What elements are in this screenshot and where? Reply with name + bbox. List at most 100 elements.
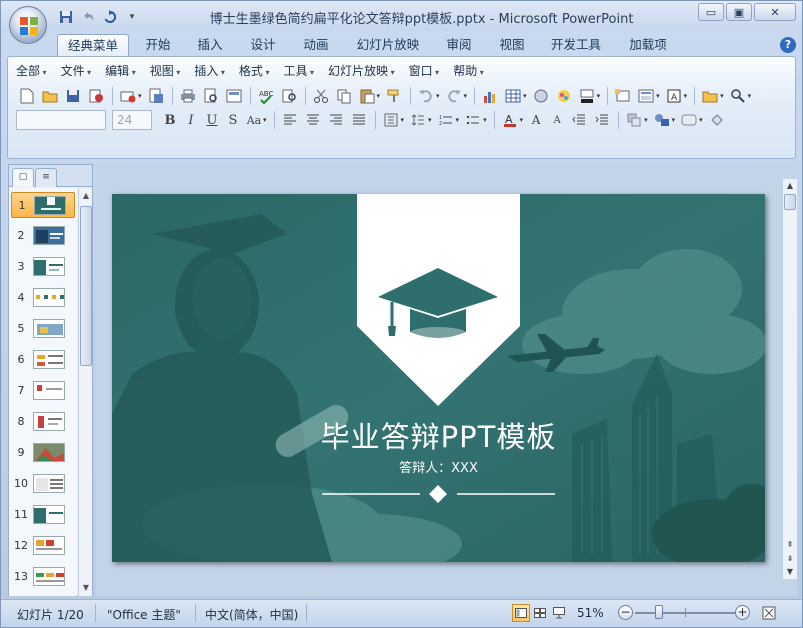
align-right-icon[interactable] (325, 109, 347, 131)
slide-thumbnail[interactable]: 4 (11, 285, 75, 311)
scroll-thumb[interactable] (784, 194, 796, 210)
minimize-button[interactable]: ▭ (698, 3, 724, 21)
insert-table-icon[interactable] (502, 85, 524, 107)
numbering-icon[interactable]: 12 (435, 109, 457, 131)
undo-toolbar-icon[interactable] (415, 85, 437, 107)
shape-fill-icon[interactable] (706, 109, 728, 131)
format-painter-icon[interactable] (383, 85, 405, 107)
menu-format[interactable]: 格式 (239, 62, 270, 80)
language-indicator[interactable]: 中文(简体，中国) (205, 606, 298, 623)
quick-styles-icon[interactable] (678, 109, 700, 131)
tab-classic-menu[interactable]: 经典菜单 (57, 34, 129, 56)
close-button[interactable]: ✕ (754, 3, 796, 21)
tab-animation[interactable]: 动画 (295, 34, 337, 56)
zoom-level[interactable]: 51% (577, 606, 604, 620)
justify-icon[interactable] (348, 109, 370, 131)
text-direction-icon[interactable] (380, 109, 402, 131)
scroll-up-icon[interactable]: ▲ (80, 189, 92, 203)
bullets-icon[interactable] (462, 109, 484, 131)
line-spacing-icon[interactable] (407, 109, 429, 131)
slideshow-view-icon[interactable] (550, 604, 568, 622)
font-size-select[interactable]: 24 (112, 110, 152, 130)
tab-addins[interactable]: 加载项 (620, 34, 676, 56)
slide-thumbnail[interactable]: 6 (11, 347, 75, 373)
email-icon[interactable] (117, 85, 139, 107)
office-button[interactable] (9, 6, 47, 44)
slide-layout-icon[interactable] (223, 85, 245, 107)
help-icon[interactable]: ? (780, 37, 796, 53)
slide-thumbnail[interactable]: 2 (11, 223, 75, 249)
outline-tab-icon[interactable]: ≡ (35, 168, 57, 187)
underline-icon[interactable]: U (202, 109, 222, 131)
grow-font-icon[interactable]: A (526, 109, 546, 131)
next-slide-icon[interactable]: ⇟ (784, 553, 796, 565)
save-file-icon[interactable] (62, 85, 84, 107)
scroll-thumb[interactable] (80, 206, 92, 366)
new-icon[interactable] (16, 85, 38, 107)
italic-icon[interactable]: I (181, 109, 201, 131)
insert-chart-icon[interactable] (479, 85, 501, 107)
zoom-slider-track[interactable] (635, 612, 737, 614)
shrink-font-icon[interactable]: A (547, 109, 567, 131)
restore-button[interactable]: ▣ (726, 3, 752, 21)
spelling-icon[interactable]: ABC (255, 85, 277, 107)
bold-icon[interactable]: B (160, 109, 180, 131)
shapes-icon[interactable] (651, 109, 673, 131)
new-slide-icon[interactable] (612, 85, 634, 107)
previous-slide-icon[interactable]: ⇞ (784, 539, 796, 551)
text-box-icon[interactable]: A (663, 85, 685, 107)
zoom-slider-handle[interactable] (655, 605, 663, 619)
tab-home[interactable]: 开始 (137, 34, 179, 56)
menu-view[interactable]: 视图 (150, 62, 181, 80)
slide-scrollbar[interactable]: ▲ ⇞ ⇟ ▼ (782, 179, 797, 579)
menu-tools[interactable]: 工具 (283, 62, 314, 80)
copy-icon[interactable] (333, 85, 355, 107)
align-center-icon[interactable] (302, 109, 324, 131)
slide-thumbnail[interactable]: 9 (11, 440, 75, 466)
menu-file[interactable]: 文件 (61, 62, 92, 80)
redo-toolbar-icon[interactable] (443, 85, 465, 107)
slide-thumbnail[interactable]: 1 (11, 192, 75, 218)
pdf-icon[interactable] (145, 85, 167, 107)
print-preview-icon[interactable] (200, 85, 222, 107)
slide-thumbnail[interactable]: 12 (11, 533, 75, 559)
slides-tab-icon[interactable]: ▢ (12, 168, 34, 187)
slide-canvas[interactable]: 毕业答辩PPT模板 答辩人：XXX (112, 194, 765, 562)
slide-thumbnail[interactable]: 8 (11, 409, 75, 435)
print-icon[interactable] (177, 85, 199, 107)
menu-all[interactable]: 全部 (16, 62, 47, 80)
layout-icon[interactable] (635, 85, 657, 107)
slide-thumbnail[interactable]: 7 (11, 378, 75, 404)
clip-art-icon[interactable] (530, 85, 552, 107)
find-icon[interactable] (727, 85, 749, 107)
menu-edit[interactable]: 编辑 (105, 62, 136, 80)
font-name-select[interactable] (16, 110, 106, 130)
decrease-indent-icon[interactable] (568, 109, 590, 131)
permission-icon[interactable] (85, 85, 107, 107)
fill-color-icon[interactable] (576, 85, 598, 107)
tab-slideshow[interactable]: 幻灯片放映 (350, 34, 426, 56)
arrange-icon[interactable] (623, 109, 645, 131)
menu-help[interactable]: 帮助 (453, 62, 484, 80)
research-icon[interactable] (278, 85, 300, 107)
increase-indent-icon[interactable] (591, 109, 613, 131)
open-icon[interactable] (39, 85, 61, 107)
slide-title[interactable]: 毕业答辩PPT模板 (112, 414, 765, 456)
slide-thumbnail[interactable]: 3 (11, 254, 75, 280)
menu-window[interactable]: 窗口 (409, 62, 440, 80)
slide-thumbnail[interactable]: 5 (11, 316, 75, 342)
insert-picture-icon[interactable] (553, 85, 575, 107)
scroll-up-icon[interactable]: ▲ (784, 180, 796, 192)
scroll-down-icon[interactable]: ▼ (784, 566, 796, 578)
menu-insert[interactable]: 插入 (194, 62, 225, 80)
menu-slideshow[interactable]: 幻灯片放映 (328, 62, 395, 80)
tab-insert[interactable]: 插入 (189, 34, 231, 56)
tab-review[interactable]: 审阅 (438, 34, 480, 56)
tab-view[interactable]: 视图 (491, 34, 533, 56)
slide-thumbnail[interactable]: 10 (11, 471, 75, 497)
theme-name[interactable]: "Office 主题" (107, 606, 181, 623)
slide-thumbnail[interactable]: 11 (11, 502, 75, 528)
thumbnail-scrollbar[interactable]: ▲ ▼ (78, 188, 92, 596)
align-left-icon[interactable] (279, 109, 301, 131)
folder-icon[interactable] (699, 85, 721, 107)
